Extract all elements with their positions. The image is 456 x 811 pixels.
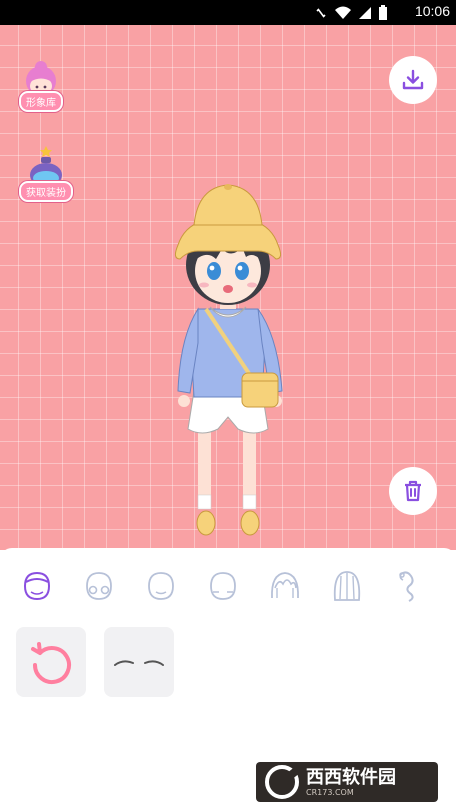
eyebrow-option-icon	[114, 660, 164, 666]
tab-hair-front[interactable]	[265, 566, 305, 606]
face-blush-icon	[210, 572, 236, 600]
watermark-badge: 西西软件园 CR173.COM	[256, 762, 438, 802]
watermark-subtitle: CR173.COM	[306, 787, 354, 797]
hair-accessory-icon	[399, 571, 414, 602]
save-button[interactable]	[389, 56, 437, 104]
get-outfits-button[interactable]: 获取装扮	[19, 145, 73, 202]
tab-hair-back[interactable]	[327, 566, 367, 606]
avatar-character	[174, 184, 283, 536]
category-tabs	[0, 566, 456, 606]
hair-front-icon	[271, 572, 299, 599]
reset-option[interactable]	[16, 627, 86, 697]
signal-icon	[359, 6, 371, 19]
get-outfits-label: 获取装扮	[19, 181, 73, 202]
face-eyes-icon	[86, 572, 112, 600]
hair-back-icon	[333, 571, 361, 601]
tab-face-blush[interactable]	[203, 566, 243, 606]
eyebrow-option[interactable]	[104, 627, 174, 697]
app-screen: 10:06 形象库 获取装扮 西西软件园 CR173.COM	[0, 0, 456, 811]
character-library-button[interactable]: 形象库	[19, 55, 63, 112]
tab-hair-accessory[interactable]	[389, 566, 429, 606]
tab-face-shape[interactable]	[17, 566, 57, 606]
status-time: 10:06	[414, 3, 450, 19]
download-icon	[402, 69, 424, 90]
tab-face-eyes[interactable]	[79, 566, 119, 606]
no-vibrate-icon	[316, 7, 326, 18]
undo-icon	[31, 642, 71, 685]
trash-icon	[405, 480, 421, 502]
wifi-icon	[335, 6, 351, 19]
delete-button[interactable]	[389, 467, 437, 515]
tab-face-mouth[interactable]	[141, 566, 181, 606]
watermark-title: 西西软件园	[306, 766, 396, 788]
status-bar: 10:06	[0, 0, 456, 25]
battery-icon	[379, 4, 387, 20]
face-outline-icon	[23, 571, 51, 601]
watermark-logo-icon	[265, 765, 299, 799]
status-icons	[314, 4, 388, 21]
dressup-canvas: 形象库 获取装扮	[0, 25, 456, 550]
character-library-label: 形象库	[19, 91, 63, 112]
face-mouth-icon	[148, 572, 174, 600]
